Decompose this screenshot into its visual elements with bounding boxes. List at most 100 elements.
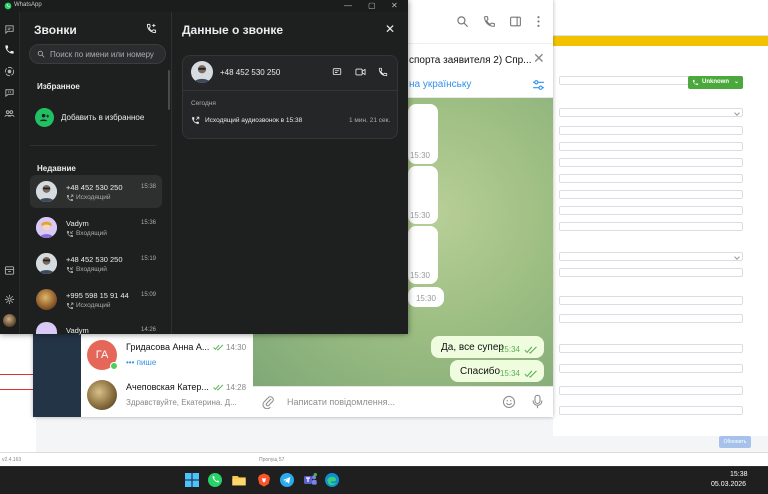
crm-field[interactable] [559,206,743,215]
whatsapp-icon[interactable] [207,472,223,488]
crm-field[interactable] [559,406,743,415]
minimize-button[interactable]: — [344,1,352,10]
windows-start-icon[interactable] [184,472,200,488]
double-check-icon [524,370,537,378]
taskbar-date[interactable]: 05.03.2026 [711,481,746,488]
taskbar-time[interactable]: 15:38 [730,471,748,478]
crm-field[interactable] [559,252,743,261]
crm-field[interactable] [559,108,743,117]
search-icon [37,50,45,58]
file-explorer-icon[interactable] [231,472,247,488]
channels-icon[interactable] [4,87,15,98]
call-time: 14:26 [141,327,157,333]
crm-update-button[interactable]: Обновить [719,436,751,448]
call-time: 15:19 [141,256,157,262]
chats-icon[interactable] [4,24,15,35]
incoming-call-icon [67,266,74,273]
avatar [36,322,57,334]
crm-field[interactable] [559,364,743,373]
teams-icon[interactable] [302,472,318,488]
settings-icon[interactable] [4,294,15,305]
communities-icon[interactable] [4,108,15,119]
message-bubble[interactable]: 15:30 [408,287,444,307]
search-input[interactable] [50,46,162,62]
call-contact-name: +995 598 15 91 44 [66,291,129,300]
close-icon[interactable]: ✕ [385,22,395,36]
more-vertical-icon[interactable] [536,15,541,28]
telegram-icon[interactable] [279,472,295,488]
calls-icon[interactable] [4,44,15,55]
microphone-icon[interactable] [532,394,543,409]
brave-browser-icon[interactable] [256,472,272,488]
scrollbar[interactable] [168,70,170,110]
crm-field[interactable] [559,158,743,167]
message-icon[interactable] [332,67,342,77]
double-check-icon [213,344,224,351]
crm-field[interactable] [559,296,743,305]
favorites-heading: Избранное [37,82,80,91]
crm-field[interactable] [559,142,743,151]
crm-unknown-button[interactable]: Unknown ⌄ [688,76,743,89]
outgoing-call-icon [67,302,74,309]
message-text: Спасибо [460,366,501,377]
archive-icon[interactable] [4,265,15,276]
divider [183,90,397,91]
crm-field[interactable] [559,126,743,135]
message-time: 15:34 [499,369,520,378]
call-time: 15:36 [141,220,157,226]
message-input[interactable]: Написати повідомлення... [287,397,395,407]
search-icon[interactable] [456,15,469,28]
crm-form [553,46,768,436]
add-favorite-button[interactable]: Добавить в избранное [61,113,144,122]
call-date: Сегодня [191,100,216,107]
video-call-icon[interactable] [355,67,366,77]
close-icon[interactable]: ✕ [533,50,545,67]
message-bubble[interactable]: 15:30 [408,226,438,284]
crm-field[interactable] [559,222,743,231]
crm-field[interactable] [559,190,743,199]
crm-status-text: Пропущ 57 [259,457,285,463]
voice-call-icon[interactable] [378,67,388,77]
profile-avatar[interactable] [3,314,16,327]
status-icon[interactable] [4,66,15,77]
call-contact-name: Vadym [66,326,89,335]
incoming-call-icon [67,230,74,237]
translate-settings-icon[interactable] [532,79,545,91]
crm-row-line [0,374,36,375]
message-bubble[interactable]: 15:30 [408,104,438,164]
message-bubble-outgoing[interactable]: Да, все супер 15:34 [431,336,544,358]
close-window-button[interactable]: ✕ [391,1,398,10]
emoji-icon[interactable] [502,395,516,409]
message-time: 15:30 [415,294,436,303]
maximize-button[interactable]: ▢ [368,1,376,10]
crm-field[interactable] [559,314,743,323]
person-photo-icon [191,61,213,83]
chat-preview: Здравствуйте, Екатерина. Д... [126,398,237,407]
crm-field[interactable] [559,386,743,395]
crm-field[interactable] [559,344,743,353]
attach-icon[interactable] [262,395,274,409]
call-description: Исходящий аудиозвонок в 15:38 [205,117,303,124]
call-contact-name: Vadym [66,219,89,228]
whatsapp-logo-icon [4,2,12,10]
crm-field[interactable] [559,268,743,277]
edge-icon[interactable] [324,472,340,488]
contact-number: +48 452 530 250 [220,68,281,77]
sidebar-toggle-icon[interactable] [509,15,522,28]
chevron-down-icon: ⌄ [733,79,739,85]
chat-name: Ачеповская Катер... [126,382,209,392]
message-bubble[interactable]: 15:30 [408,166,438,224]
chat-time: 14:30 [226,343,247,352]
phone-icon[interactable] [483,15,496,28]
add-favorite-icon [35,108,54,127]
message-bubble-outgoing[interactable]: Спасибо 15:34 [450,360,544,382]
crm-left-panel [0,334,36,454]
crm-field[interactable] [559,174,743,183]
new-call-icon[interactable] [146,23,157,34]
call-type: Исходящий [76,302,111,309]
title-bar: WhatsApp — ▢ ✕ [0,0,408,12]
call-contact-name: +48 452 530 250 [66,183,123,192]
call-type: Исходящий [76,194,111,201]
translate-link[interactable]: на українську [409,79,471,90]
recent-heading: Недавние [37,164,76,173]
